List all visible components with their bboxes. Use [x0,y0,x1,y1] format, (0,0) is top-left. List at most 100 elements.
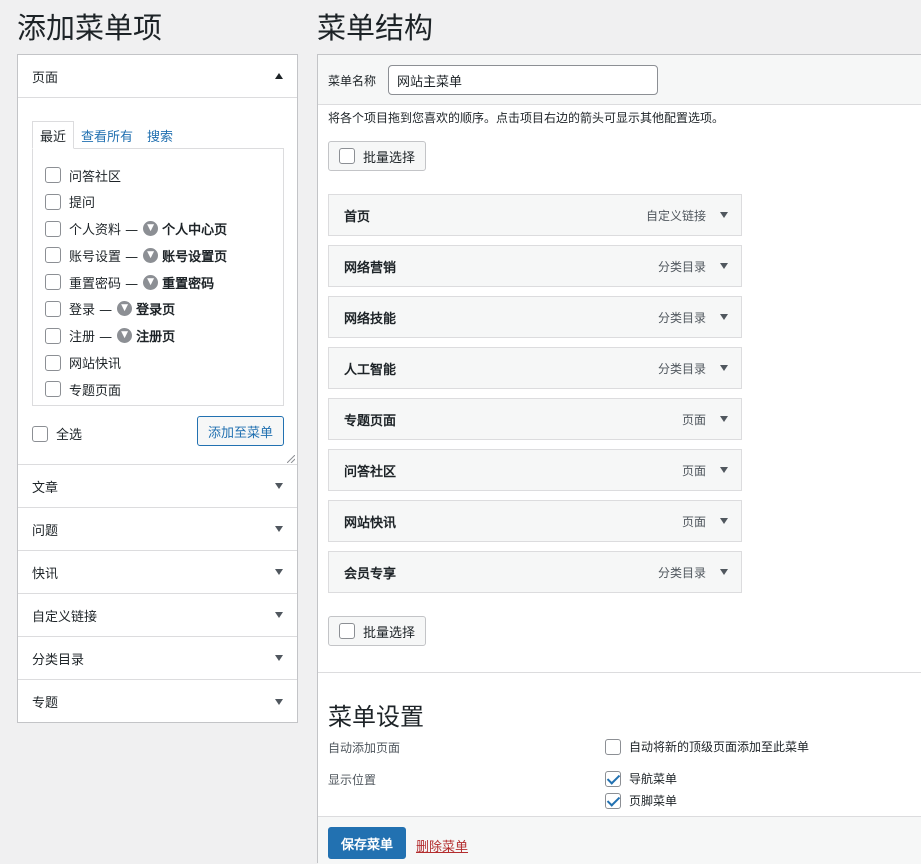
accordion-label: 分类目录 [32,652,85,668]
auto-add-checkbox[interactable] [605,738,621,755]
list-item: 账号设置 — ▼ 账号设置页 [45,243,283,267]
page-state-icon: ▼ [117,328,133,344]
page-checkbox[interactable] [45,220,61,237]
bulk-select-checkbox[interactable] [339,148,355,164]
menu-settings-title: 菜单设置 [328,703,424,731]
chevron-down-icon [275,698,283,705]
save-menu-button[interactable]: 保存菜单 [328,827,406,859]
menu-name-input[interactable]: 网站主菜单 [388,65,658,95]
auto-add-label: 自动添加页面 [328,741,401,755]
pages-tabs: 最近 查看所有 搜索 [32,121,180,149]
page-state-icon: ▼ [143,221,159,237]
page-checkbox[interactable] [45,247,61,264]
menu-item-type: 分类目录 [657,361,706,376]
menu-structure-title: 菜单结构 [317,11,434,45]
delete-menu-link[interactable]: 删除菜单 [416,836,468,855]
accordion-label: 专题 [32,696,59,711]
page-label: 问答社区 [69,169,122,185]
page-checkbox[interactable] [45,381,61,398]
page-state-icon: ▼ [143,247,159,263]
menu-item[interactable]: 首页 自定义链接 [328,194,742,236]
accordion-posts-header[interactable]: 文章 [18,465,297,508]
accordion-questions-header[interactable]: 问题 [18,508,297,551]
menu-item-type: 自定义链接 [645,208,706,223]
accordion-pages-header[interactable]: 页面 [18,55,297,98]
page-state-label: 个人中心页 [162,223,228,239]
resize-grip-icon[interactable] [287,455,295,463]
chevron-down-icon[interactable] [720,365,728,371]
list-item: 网站快讯 [45,351,283,375]
list-item: 登录 — ▼ 登录页 [45,297,283,321]
page-checkbox[interactable] [45,274,61,291]
menu-footer-bar: 保存菜单 删除菜单 [318,816,921,864]
chevron-down-icon[interactable] [720,569,728,575]
bulk-select-bottom[interactable]: 批量选择 [328,616,426,646]
page-label: 登录 — [69,303,113,319]
menu-item-title: 网站快讯 [344,515,397,531]
page-checkbox[interactable] [45,300,61,317]
page-checkbox[interactable] [45,167,61,183]
menu-name-label: 菜单名称 [328,74,377,88]
chevron-down-icon[interactable] [720,212,728,218]
chevron-down-icon[interactable] [720,314,728,320]
instructions-text: 将各个项目拖到您喜欢的顺序。点击项目右边的箭头可显示其他配置选项。 [328,111,725,125]
location-label: 显示位置 [328,773,377,787]
chevron-down-icon [275,612,283,618]
page-state-label: 账号设置页 [162,249,228,265]
menu-item-type: 页面 [681,514,706,529]
accordion-categories-header[interactable]: 分类目录 [18,637,297,680]
menu-item-title: 会员专享 [344,566,397,582]
accordion-news-header[interactable]: 快讯 [18,551,297,594]
menu-item[interactable]: 问答社区 页面 [328,449,742,491]
page-label: 个人资料 — [69,223,139,239]
accordion-topics-header[interactable]: 专题 [18,680,297,723]
chevron-up-icon [275,73,283,79]
menu-item[interactable]: 会员专享 分类目录 [328,551,742,593]
menu-item[interactable]: 专题页面 页面 [328,398,742,440]
page-label: 注册 — [69,330,113,346]
page-label: 网站快讯 [69,357,122,373]
nav-menu-label: 导航菜单 [629,772,678,786]
recent-pages-list: 问答社区 提问 个人资料 — ▼ 个人中心页 账号设置 — ▼ 账号设置页 重置… [32,148,284,406]
bulk-select-checkbox[interactable] [339,623,355,639]
chevron-down-icon[interactable] [720,416,728,422]
chevron-down-icon[interactable] [720,467,728,473]
page-label: 重置密码 — [69,276,139,292]
chevron-down-icon[interactable] [720,518,728,524]
bulk-select-top[interactable]: 批量选择 [328,141,426,171]
divider [318,672,921,673]
menu-item[interactable]: 人工智能 分类目录 [328,347,742,389]
chevron-down-icon[interactable] [720,263,728,269]
add-menu-items-panel: 页面 最近 查看所有 搜索 问答社区 提问 个人资料 — ▼ 个人中心页 账号设… [17,54,298,723]
add-to-menu-button[interactable]: 添加至菜单 [197,416,284,446]
tab-view-all[interactable]: 查看所有 [74,121,140,149]
accordion-custom-links-header[interactable]: 自定义链接 [18,594,297,637]
tab-search[interactable]: 搜索 [140,121,180,149]
menu-item[interactable]: 网络营销 分类目录 [328,245,742,287]
menu-item-type: 分类目录 [657,310,706,325]
list-item: 注册 — ▼ 注册页 [45,324,283,348]
nav-menu-checkbox[interactable] [605,770,621,787]
list-item: 重置密码 — ▼ 重置密码 [45,270,283,294]
menu-item-type: 页面 [681,412,706,427]
menu-structure-panel: 菜单名称 网站主菜单 将各个项目拖到您喜欢的顺序。点击项目右边的箭头可显示其他配… [317,54,921,864]
page-label: 账号设置 — [69,249,139,265]
select-all: 全选 [32,424,82,443]
bulk-select-label: 批量选择 [363,150,416,166]
footer-menu-checkbox[interactable] [605,792,621,809]
page-checkbox[interactable] [45,354,61,371]
menu-item[interactable]: 网站快讯 页面 [328,500,742,542]
auto-add-option-label: 自动将新的顶级页面添加至此菜单 [629,740,810,754]
menu-item[interactable]: 网络技能 分类目录 [328,296,742,338]
page-label: 提问 [69,196,96,212]
accordion-label: 问题 [32,523,59,539]
tab-recent[interactable]: 最近 [32,121,75,149]
chevron-down-icon [275,526,283,532]
page-checkbox[interactable] [45,327,61,344]
menu-item-title: 网络技能 [344,311,397,327]
page-checkbox[interactable] [45,193,61,210]
accordion-label: 文章 [32,480,59,496]
list-item: 个人资料 — ▼ 个人中心页 [45,217,283,241]
select-all-checkbox[interactable] [32,425,48,442]
page-state-label: 注册页 [136,330,176,346]
